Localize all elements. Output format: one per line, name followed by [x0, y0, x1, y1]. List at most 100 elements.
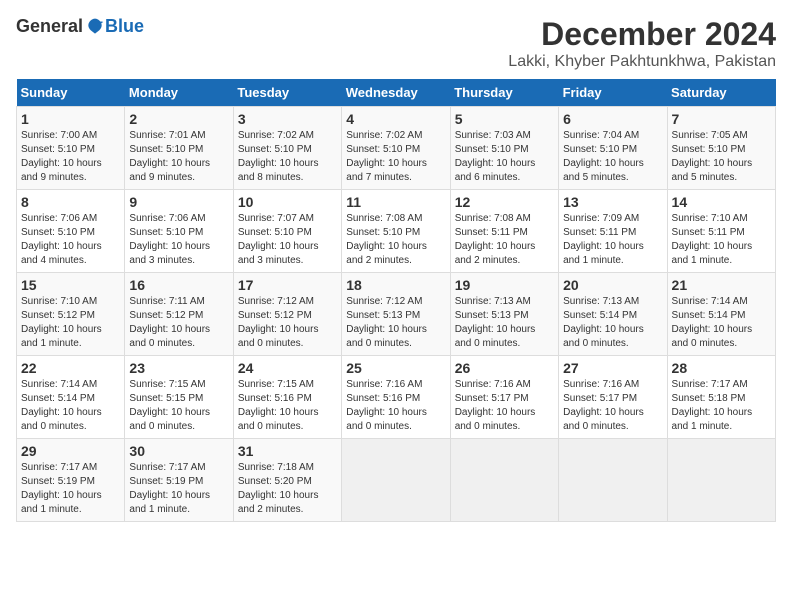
- calendar-cell: 2 Sunrise: 7:01 AM Sunset: 5:10 PM Dayli…: [125, 107, 233, 190]
- calendar-cell: 7 Sunrise: 7:05 AM Sunset: 5:10 PM Dayli…: [667, 107, 775, 190]
- calendar-cell: 21 Sunrise: 7:14 AM Sunset: 5:14 PM Dayl…: [667, 273, 775, 356]
- day-number: 16: [129, 277, 228, 293]
- day-number: 19: [455, 277, 554, 293]
- day-number: 1: [21, 111, 120, 127]
- header: General Blue December 2024 Lakki, Khyber…: [16, 16, 776, 71]
- calendar-cell: [342, 439, 450, 522]
- day-number: 5: [455, 111, 554, 127]
- day-info: Sunrise: 7:02 AM Sunset: 5:10 PM Dayligh…: [346, 129, 445, 185]
- calendar-cell: 26 Sunrise: 7:16 AM Sunset: 5:17 PM Dayl…: [450, 356, 558, 439]
- day-number: 31: [238, 443, 337, 459]
- day-header-thursday: Thursday: [450, 79, 558, 107]
- day-info: Sunrise: 7:12 AM Sunset: 5:13 PM Dayligh…: [346, 295, 445, 351]
- calendar-cell: 10 Sunrise: 7:07 AM Sunset: 5:10 PM Dayl…: [233, 190, 341, 273]
- calendar-cell: 5 Sunrise: 7:03 AM Sunset: 5:10 PM Dayli…: [450, 107, 558, 190]
- day-number: 25: [346, 360, 445, 376]
- day-number: 29: [21, 443, 120, 459]
- day-info: Sunrise: 7:05 AM Sunset: 5:10 PM Dayligh…: [672, 129, 771, 185]
- logo: General Blue: [16, 16, 144, 37]
- day-info: Sunrise: 7:11 AM Sunset: 5:12 PM Dayligh…: [129, 295, 228, 351]
- day-number: 28: [672, 360, 771, 376]
- day-number: 27: [563, 360, 662, 376]
- day-info: Sunrise: 7:04 AM Sunset: 5:10 PM Dayligh…: [563, 129, 662, 185]
- day-number: 13: [563, 194, 662, 210]
- day-info: Sunrise: 7:17 AM Sunset: 5:19 PM Dayligh…: [129, 461, 228, 517]
- calendar-cell: 6 Sunrise: 7:04 AM Sunset: 5:10 PM Dayli…: [559, 107, 667, 190]
- day-number: 3: [238, 111, 337, 127]
- calendar-cell: 23 Sunrise: 7:15 AM Sunset: 5:15 PM Dayl…: [125, 356, 233, 439]
- calendar-cell: 12 Sunrise: 7:08 AM Sunset: 5:11 PM Dayl…: [450, 190, 558, 273]
- calendar-cell: 22 Sunrise: 7:14 AM Sunset: 5:14 PM Dayl…: [17, 356, 125, 439]
- calendar-cell: 4 Sunrise: 7:02 AM Sunset: 5:10 PM Dayli…: [342, 107, 450, 190]
- day-info: Sunrise: 7:00 AM Sunset: 5:10 PM Dayligh…: [21, 129, 120, 185]
- day-number: 4: [346, 111, 445, 127]
- calendar-cell: [450, 439, 558, 522]
- day-number: 17: [238, 277, 337, 293]
- calendar-body: 1 Sunrise: 7:00 AM Sunset: 5:10 PM Dayli…: [17, 107, 776, 522]
- calendar-cell: 16 Sunrise: 7:11 AM Sunset: 5:12 PM Dayl…: [125, 273, 233, 356]
- day-info: Sunrise: 7:16 AM Sunset: 5:17 PM Dayligh…: [455, 378, 554, 434]
- day-info: Sunrise: 7:17 AM Sunset: 5:18 PM Dayligh…: [672, 378, 771, 434]
- calendar-cell: [559, 439, 667, 522]
- calendar-week-3: 15 Sunrise: 7:10 AM Sunset: 5:12 PM Dayl…: [17, 273, 776, 356]
- day-info: Sunrise: 7:15 AM Sunset: 5:16 PM Dayligh…: [238, 378, 337, 434]
- calendar-cell: [667, 439, 775, 522]
- calendar-cell: 3 Sunrise: 7:02 AM Sunset: 5:10 PM Dayli…: [233, 107, 341, 190]
- day-header-monday: Monday: [125, 79, 233, 107]
- day-header-sunday: Sunday: [17, 79, 125, 107]
- calendar-header-row: SundayMondayTuesdayWednesdayThursdayFrid…: [17, 79, 776, 107]
- calendar-cell: 9 Sunrise: 7:06 AM Sunset: 5:10 PM Dayli…: [125, 190, 233, 273]
- calendar-cell: 27 Sunrise: 7:16 AM Sunset: 5:17 PM Dayl…: [559, 356, 667, 439]
- day-info: Sunrise: 7:16 AM Sunset: 5:16 PM Dayligh…: [346, 378, 445, 434]
- day-number: 26: [455, 360, 554, 376]
- calendar-week-4: 22 Sunrise: 7:14 AM Sunset: 5:14 PM Dayl…: [17, 356, 776, 439]
- logo-bird-icon: [85, 17, 105, 37]
- day-info: Sunrise: 7:17 AM Sunset: 5:19 PM Dayligh…: [21, 461, 120, 517]
- calendar-table: SundayMondayTuesdayWednesdayThursdayFrid…: [16, 79, 776, 522]
- day-header-saturday: Saturday: [667, 79, 775, 107]
- day-header-wednesday: Wednesday: [342, 79, 450, 107]
- day-number: 23: [129, 360, 228, 376]
- title-section: December 2024 Lakki, Khyber Pakhtunkhwa,…: [508, 16, 776, 71]
- calendar-week-2: 8 Sunrise: 7:06 AM Sunset: 5:10 PM Dayli…: [17, 190, 776, 273]
- day-info: Sunrise: 7:10 AM Sunset: 5:11 PM Dayligh…: [672, 212, 771, 268]
- main-title: December 2024: [508, 16, 776, 53]
- calendar-cell: 28 Sunrise: 7:17 AM Sunset: 5:18 PM Dayl…: [667, 356, 775, 439]
- calendar-cell: 25 Sunrise: 7:16 AM Sunset: 5:16 PM Dayl…: [342, 356, 450, 439]
- day-number: 6: [563, 111, 662, 127]
- calendar-cell: 13 Sunrise: 7:09 AM Sunset: 5:11 PM Dayl…: [559, 190, 667, 273]
- calendar-cell: 29 Sunrise: 7:17 AM Sunset: 5:19 PM Dayl…: [17, 439, 125, 522]
- day-number: 12: [455, 194, 554, 210]
- logo-blue: Blue: [105, 16, 144, 37]
- day-info: Sunrise: 7:06 AM Sunset: 5:10 PM Dayligh…: [21, 212, 120, 268]
- calendar-cell: 30 Sunrise: 7:17 AM Sunset: 5:19 PM Dayl…: [125, 439, 233, 522]
- day-number: 11: [346, 194, 445, 210]
- calendar-cell: 15 Sunrise: 7:10 AM Sunset: 5:12 PM Dayl…: [17, 273, 125, 356]
- day-number: 7: [672, 111, 771, 127]
- day-info: Sunrise: 7:16 AM Sunset: 5:17 PM Dayligh…: [563, 378, 662, 434]
- day-info: Sunrise: 7:15 AM Sunset: 5:15 PM Dayligh…: [129, 378, 228, 434]
- calendar-cell: 17 Sunrise: 7:12 AM Sunset: 5:12 PM Dayl…: [233, 273, 341, 356]
- logo-general: General: [16, 16, 83, 37]
- calendar-cell: 20 Sunrise: 7:13 AM Sunset: 5:14 PM Dayl…: [559, 273, 667, 356]
- day-info: Sunrise: 7:01 AM Sunset: 5:10 PM Dayligh…: [129, 129, 228, 185]
- day-number: 20: [563, 277, 662, 293]
- calendar-cell: 8 Sunrise: 7:06 AM Sunset: 5:10 PM Dayli…: [17, 190, 125, 273]
- day-number: 10: [238, 194, 337, 210]
- calendar-cell: 31 Sunrise: 7:18 AM Sunset: 5:20 PM Dayl…: [233, 439, 341, 522]
- calendar-cell: 1 Sunrise: 7:00 AM Sunset: 5:10 PM Dayli…: [17, 107, 125, 190]
- day-number: 8: [21, 194, 120, 210]
- day-info: Sunrise: 7:09 AM Sunset: 5:11 PM Dayligh…: [563, 212, 662, 268]
- day-info: Sunrise: 7:08 AM Sunset: 5:10 PM Dayligh…: [346, 212, 445, 268]
- day-info: Sunrise: 7:14 AM Sunset: 5:14 PM Dayligh…: [672, 295, 771, 351]
- day-number: 24: [238, 360, 337, 376]
- day-info: Sunrise: 7:13 AM Sunset: 5:14 PM Dayligh…: [563, 295, 662, 351]
- calendar-cell: 14 Sunrise: 7:10 AM Sunset: 5:11 PM Dayl…: [667, 190, 775, 273]
- day-number: 30: [129, 443, 228, 459]
- sub-title: Lakki, Khyber Pakhtunkhwa, Pakistan: [508, 53, 776, 71]
- calendar-cell: 11 Sunrise: 7:08 AM Sunset: 5:10 PM Dayl…: [342, 190, 450, 273]
- calendar-cell: 24 Sunrise: 7:15 AM Sunset: 5:16 PM Dayl…: [233, 356, 341, 439]
- day-info: Sunrise: 7:13 AM Sunset: 5:13 PM Dayligh…: [455, 295, 554, 351]
- day-info: Sunrise: 7:03 AM Sunset: 5:10 PM Dayligh…: [455, 129, 554, 185]
- day-number: 21: [672, 277, 771, 293]
